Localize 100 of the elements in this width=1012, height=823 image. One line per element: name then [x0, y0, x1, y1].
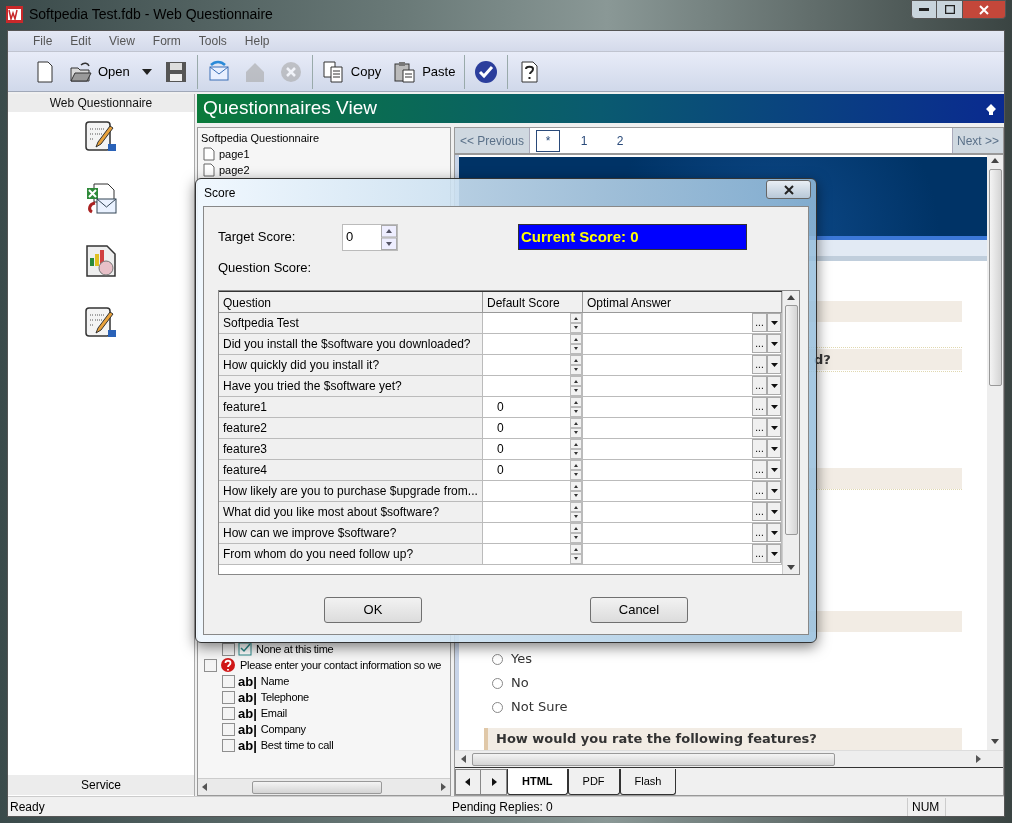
spinner-arrows-icon[interactable]	[570, 522, 582, 543]
dropdown-button[interactable]	[767, 523, 781, 542]
up-arrow-icon[interactable]	[991, 158, 999, 163]
spinner-arrows-icon[interactable]	[381, 224, 397, 250]
close-button[interactable]	[963, 0, 1006, 19]
menu-item[interactable]: View	[102, 32, 142, 50]
spinner-arrows-icon[interactable]	[570, 480, 582, 501]
menu-item[interactable]: Form	[145, 32, 188, 50]
menu-item[interactable]: Edit	[63, 32, 99, 50]
dropdown-button[interactable]	[767, 502, 781, 521]
dropdown-button[interactable]	[767, 355, 781, 374]
spinner-arrows-icon[interactable]	[570, 459, 582, 480]
column-header[interactable]: Question	[219, 291, 483, 312]
vertical-scrollbar[interactable]	[987, 155, 1003, 750]
tree-item[interactable]: Best time to call	[260, 736, 334, 754]
previous-button[interactable]: << Previous	[455, 128, 531, 153]
page-link[interactable]: 2	[608, 129, 633, 152]
dropdown-button[interactable]	[767, 544, 781, 563]
sidebar-footer[interactable]: Service	[8, 775, 194, 795]
form-pencil-icon[interactable]	[84, 306, 118, 340]
spinner-arrows-icon[interactable]	[570, 543, 582, 564]
pin-icon[interactable]	[984, 101, 998, 116]
down-arrow-icon[interactable]	[787, 564, 795, 570]
dropdown-button[interactable]	[767, 439, 781, 458]
tab[interactable]: Flash	[619, 769, 677, 795]
right-arrow-icon[interactable]	[974, 754, 982, 764]
browse-button[interactable]: ...	[752, 544, 767, 563]
score-cell[interactable]: 0	[483, 439, 570, 458]
close-button[interactable]	[766, 180, 811, 199]
toolbar-button[interactable]: Open	[66, 56, 133, 87]
tree-item[interactable]: page2	[219, 161, 250, 179]
dialog-button[interactable]: Cancel	[590, 596, 688, 623]
number-spinner[interactable]: 0	[342, 223, 398, 251]
spinner-arrows-icon[interactable]	[570, 312, 582, 333]
vertical-scrollbar[interactable]	[782, 290, 799, 574]
spinner-arrows-icon[interactable]	[570, 375, 582, 396]
tree-item[interactable]: page1	[219, 145, 250, 163]
left-arrow-icon[interactable]	[200, 782, 210, 792]
spinner-arrows-icon[interactable]	[570, 438, 582, 459]
browse-button[interactable]: ...	[752, 523, 767, 542]
spinner-arrows-icon[interactable]	[570, 396, 582, 417]
menu-item[interactable]: File	[26, 32, 60, 50]
left-arrow-icon[interactable]	[460, 754, 468, 764]
dropdown-button[interactable]	[767, 397, 781, 416]
dropdown-button[interactable]	[767, 418, 781, 437]
browse-button[interactable]: ...	[752, 481, 767, 500]
checkbox[interactable]	[222, 690, 235, 704]
column-header[interactable]: Default Score	[483, 291, 583, 312]
dropdown-button[interactable]	[767, 481, 781, 500]
tab[interactable]: HTML	[507, 769, 568, 795]
dropdown-button[interactable]	[767, 334, 781, 353]
next-button[interactable]: Next >>	[951, 128, 1003, 153]
dropdown-button[interactable]	[767, 313, 781, 332]
right-arrow-icon[interactable]	[438, 782, 448, 792]
spinner-arrows-icon[interactable]	[570, 333, 582, 354]
down-arrow-icon[interactable]	[991, 739, 999, 744]
tree-item[interactable]: Company	[260, 720, 306, 738]
score-cell[interactable]: 0	[483, 460, 570, 479]
radio-button[interactable]	[492, 677, 503, 689]
browse-button[interactable]: ...	[752, 355, 767, 374]
dropdown-button[interactable]	[767, 460, 781, 479]
tree-item[interactable]: Please enter your contact information so we	[240, 656, 442, 674]
tab-scroll-right-button[interactable]	[481, 769, 507, 795]
tab[interactable]: PDF	[567, 769, 620, 795]
form-pencil-icon[interactable]	[84, 120, 118, 154]
spinner-arrows-icon[interactable]	[570, 417, 582, 438]
browse-button[interactable]: ...	[752, 460, 767, 479]
radio-button[interactable]	[492, 653, 503, 665]
tree-item[interactable]: Email	[260, 704, 287, 722]
browse-button[interactable]: ...	[752, 376, 767, 395]
horizontal-scrollbar[interactable]	[455, 750, 1003, 767]
browse-button[interactable]: ...	[752, 397, 767, 416]
toolbar-button[interactable]: Copy	[318, 56, 385, 87]
page-link[interactable]: *	[536, 129, 561, 152]
browse-button[interactable]: ...	[752, 502, 767, 521]
browse-button[interactable]: ...	[752, 418, 767, 437]
chart-document-icon[interactable]	[84, 244, 118, 278]
tab-scroll-left-button[interactable]	[455, 769, 481, 795]
menu-item[interactable]: Help	[237, 32, 277, 50]
tree-item[interactable]: Telephone	[260, 688, 309, 706]
browse-button[interactable]: ...	[752, 334, 767, 353]
spinner-arrows-icon[interactable]	[570, 354, 582, 375]
spreadsheet-envelope-icon[interactable]	[84, 182, 118, 216]
page-link[interactable]: 1	[572, 129, 597, 152]
spinner-arrows-icon[interactable]	[570, 501, 582, 522]
browse-button[interactable]: ...	[752, 439, 767, 458]
minimize-button[interactable]	[911, 0, 937, 19]
browse-button[interactable]: ...	[752, 313, 767, 332]
horizontal-scrollbar[interactable]	[198, 778, 450, 795]
checkbox[interactable]	[222, 706, 235, 720]
dropdown-button[interactable]	[767, 376, 781, 395]
checkbox[interactable]	[222, 722, 235, 736]
up-arrow-icon[interactable]	[787, 294, 795, 300]
tree-item[interactable]: Name	[260, 672, 289, 690]
tree-item[interactable]: None at this time	[256, 640, 334, 658]
menu-item[interactable]: Tools	[191, 32, 234, 50]
radio-button[interactable]	[492, 701, 503, 713]
dialog-button[interactable]: OK	[324, 596, 422, 623]
checkbox[interactable]	[204, 658, 217, 672]
maximize-button[interactable]	[937, 0, 963, 19]
